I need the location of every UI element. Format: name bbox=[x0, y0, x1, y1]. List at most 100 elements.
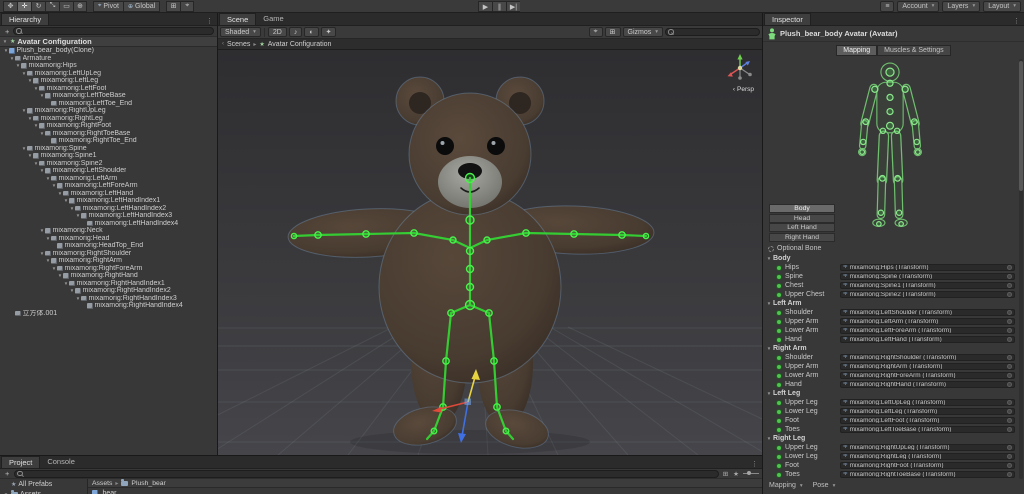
rect-tool-button[interactable]: ▭ bbox=[59, 1, 73, 12]
avatar-part-button[interactable]: Right Hand bbox=[769, 233, 835, 242]
hierarchy-item[interactable]: ▼mixamorig:RightForeArm bbox=[0, 265, 217, 273]
create-object-button[interactable]: + bbox=[3, 27, 11, 36]
object-picker-icon[interactable] bbox=[1007, 265, 1012, 270]
pivot-toggle-button[interactable]: ⌖ Pivot bbox=[93, 1, 123, 12]
hierarchy-item[interactable]: ▼mixamorig:RightFoot bbox=[0, 122, 217, 130]
breadcrumb-scenes[interactable]: Scenes bbox=[227, 41, 250, 48]
bone-object-field[interactable]: ✛mixamorig:LeftUpLeg (Transform) bbox=[840, 399, 1015, 407]
object-picker-icon[interactable] bbox=[1007, 364, 1012, 369]
tab-scene[interactable]: Scene bbox=[219, 13, 256, 25]
hierarchy-item[interactable]: ▼mixamorig:RightHandIndex1 bbox=[0, 280, 217, 288]
hierarchy-item[interactable]: ▼mixamorig:LeftHandIndex3 bbox=[0, 212, 217, 220]
mapping-menu-button[interactable]: Mapping ▾ bbox=[769, 482, 803, 489]
object-picker-icon[interactable] bbox=[1007, 382, 1012, 387]
scene-header-row[interactable]: ▼ ★ Avatar Configuration bbox=[0, 37, 217, 47]
lighting-toggle-icon[interactable]: ◐ bbox=[304, 27, 318, 37]
bone-object-field[interactable]: ✛mixamorig:RightUpLeg (Transform) bbox=[840, 444, 1015, 452]
bone-object-field[interactable]: ✛mixamorig:RightLeg (Transform) bbox=[840, 453, 1015, 461]
2d-toggle-button[interactable]: 2D bbox=[268, 27, 287, 37]
object-picker-icon[interactable] bbox=[1007, 472, 1012, 477]
bone-object-field[interactable]: ✛mixamorig:RightHand (Transform) bbox=[840, 381, 1015, 389]
hierarchy-item[interactable]: ▼Armature bbox=[0, 55, 217, 63]
hierarchy-item[interactable]: ▼mixamorig:RightHand bbox=[0, 272, 217, 280]
foldout-icon[interactable]: ▼ bbox=[2, 39, 8, 44]
tab-muscles-settings[interactable]: Muscles & Settings bbox=[877, 45, 951, 56]
hierarchy-item[interactable]: ▼mixamorig:Spine2 bbox=[0, 160, 217, 168]
scrollbar-thumb[interactable] bbox=[1019, 61, 1023, 191]
layout-dropdown[interactable]: Layout ▾ bbox=[983, 1, 1021, 12]
bone-object-field[interactable]: ✛mixamorig:Spine (Transform) bbox=[840, 273, 1015, 281]
hierarchy-item[interactable]: ▼Plush_bear_body(Clone) bbox=[0, 47, 217, 55]
hierarchy-item[interactable]: ▼mixamorig:LeftHand bbox=[0, 190, 217, 198]
panel-menu-icon[interactable]: ⋮ bbox=[202, 17, 217, 25]
hierarchy-item[interactable]: ▼mixamorig:RightHandIndex2 bbox=[0, 287, 217, 295]
bone-object-field[interactable]: ✛mixamorig:RightShoulder (Transform) bbox=[840, 354, 1015, 362]
tool-handle-icon[interactable]: ⌖ bbox=[589, 27, 603, 37]
bone-section-header[interactable]: ▼Right Leg bbox=[763, 434, 1024, 443]
services-button[interactable]: ≡ bbox=[880, 1, 894, 12]
hierarchy-item[interactable]: ▼mixamorig:LeftShoulder bbox=[0, 167, 217, 175]
bone-object-field[interactable]: ✛mixamorig:LeftToeBase (Transform) bbox=[840, 426, 1015, 434]
hierarchy-item[interactable]: mixamorig:LeftToe_End bbox=[0, 100, 217, 108]
back-icon[interactable]: ‹ bbox=[222, 41, 224, 47]
object-picker-icon[interactable] bbox=[1007, 355, 1012, 360]
bone-object-field[interactable]: ✛mixamorig:RightForeArm (Transform) bbox=[840, 372, 1015, 380]
pose-menu-button[interactable]: Pose ▾ bbox=[813, 482, 836, 489]
object-picker-icon[interactable] bbox=[1007, 337, 1012, 342]
global-toggle-button[interactable]: ⊕ Global bbox=[123, 1, 160, 12]
hierarchy-item[interactable]: ▼mixamorig:RightLeg bbox=[0, 115, 217, 123]
bone-object-field[interactable]: ✛mixamorig:LeftForeArm (Transform) bbox=[840, 327, 1015, 335]
bone-object-field[interactable]: ✛mixamorig:LeftLeg (Transform) bbox=[840, 408, 1015, 416]
rotate-tool-button[interactable]: ↻ bbox=[31, 1, 45, 12]
hierarchy-item[interactable]: ▼mixamorig:LeftLeg bbox=[0, 77, 217, 85]
breadcrumb-folder[interactable]: Plush_bear bbox=[131, 480, 165, 487]
hierarchy-item[interactable]: ▼mixamorig:Head bbox=[0, 235, 217, 243]
tab-hierarchy[interactable]: Hierarchy bbox=[1, 13, 49, 25]
object-picker-icon[interactable] bbox=[1007, 409, 1012, 414]
transform-tool-button[interactable]: ⊕ bbox=[73, 1, 87, 12]
hierarchy-item[interactable]: ▼mixamorig:RightToeBase bbox=[0, 130, 217, 138]
object-picker-icon[interactable] bbox=[1007, 310, 1012, 315]
hierarchy-item[interactable]: mixamorig:RightToe_End bbox=[0, 137, 217, 145]
object-picker-icon[interactable] bbox=[1007, 463, 1012, 468]
layers-dropdown[interactable]: Layers ▾ bbox=[942, 1, 980, 12]
scene-orientation-gizmo[interactable] bbox=[722, 52, 758, 86]
object-picker-icon[interactable] bbox=[1007, 292, 1012, 297]
perspective-label[interactable]: ‹ Persp bbox=[733, 86, 754, 93]
object-picker-icon[interactable] bbox=[1007, 454, 1012, 459]
audio-toggle-icon[interactable]: ♪ bbox=[289, 27, 303, 37]
bone-section-header[interactable]: ▼Left Leg bbox=[763, 389, 1024, 398]
bone-object-field[interactable]: ✛mixamorig:LeftShoulder (Transform) bbox=[840, 309, 1015, 317]
object-picker-icon[interactable] bbox=[1007, 445, 1012, 450]
object-picker-icon[interactable] bbox=[1007, 283, 1012, 288]
avatar-part-button[interactable]: Body bbox=[769, 204, 835, 213]
object-picker-icon[interactable] bbox=[1007, 400, 1012, 405]
scene-3d-viewport[interactable]: ‹ Persp bbox=[218, 50, 762, 455]
search-by-label-icon[interactable]: ★ bbox=[732, 470, 740, 478]
tab-project[interactable]: Project bbox=[1, 456, 40, 468]
bone-object-field[interactable]: ✛mixamorig:RightToeBase (Transform) bbox=[840, 471, 1015, 479]
hierarchy-item[interactable]: mixamorig:HeadTop_End bbox=[0, 242, 217, 250]
hierarchy-item[interactable]: ▼mixamorig:Spine1 bbox=[0, 152, 217, 160]
hierarchy-item[interactable]: ▼mixamorig:RightShoulder bbox=[0, 250, 217, 258]
hierarchy-item[interactable]: ▼mixamorig:LeftHandIndex2 bbox=[0, 205, 217, 213]
bone-object-field[interactable]: ✛mixamorig:RightArm (Transform) bbox=[840, 363, 1015, 371]
hierarchy-item[interactable]: ▼mixamorig:LeftForeArm bbox=[0, 182, 217, 190]
bone-object-field[interactable]: ✛mixamorig:Spine1 (Transform) bbox=[840, 282, 1015, 290]
bone-section-header[interactable]: ▼Right Arm bbox=[763, 344, 1024, 353]
breadcrumb-current[interactable]: Avatar Configuration bbox=[268, 41, 332, 48]
move-tool-button[interactable]: ✛ bbox=[17, 1, 31, 12]
camera-view-icon[interactable]: ⊞ bbox=[605, 27, 621, 37]
tab-mapping[interactable]: Mapping bbox=[836, 45, 877, 56]
hierarchy-item[interactable]: ▼mixamorig:LeftUpLeg bbox=[0, 70, 217, 78]
pause-button[interactable]: ∥ bbox=[492, 1, 506, 12]
hierarchy-item[interactable]: ▼mixamorig:LeftToeBase bbox=[0, 92, 217, 100]
effects-toggle-icon[interactable]: ✦ bbox=[321, 27, 337, 37]
snap-settings-button[interactable]: ⌖ bbox=[180, 1, 194, 12]
bone-object-field[interactable]: ✛mixamorig:LeftArm (Transform) bbox=[840, 318, 1015, 326]
hierarchy-item[interactable]: mixamorig:LeftHandIndex4 bbox=[0, 220, 217, 228]
hierarchy-item[interactable]: ▼mixamorig:Neck bbox=[0, 227, 217, 235]
object-picker-icon[interactable] bbox=[1007, 319, 1012, 324]
tab-console[interactable]: Console bbox=[40, 456, 82, 468]
create-asset-button[interactable]: + bbox=[3, 469, 11, 478]
